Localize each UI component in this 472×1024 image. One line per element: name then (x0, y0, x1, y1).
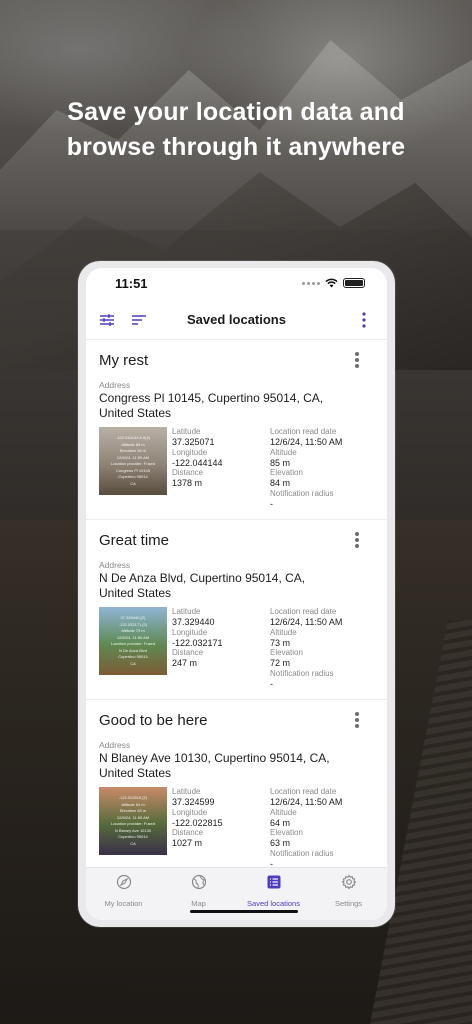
location-photo[interactable]: -122.044144,6.6(4) Altitude 85 m Elevation… (99, 427, 167, 495)
tab-label: Map (191, 899, 206, 908)
longitude-value: -122.022815 (172, 817, 223, 828)
altitude-value: 85 m (270, 457, 291, 468)
elevation-value: 72 m (270, 658, 291, 668)
page-title: Saved locations (187, 312, 286, 327)
longitude-label: Longitude (172, 627, 208, 637)
elevation-value: 63 m (270, 838, 291, 848)
longitude-label: Longitude (172, 447, 208, 457)
gear-icon (341, 874, 357, 895)
address-label: Address (99, 560, 131, 570)
promo-headline: Save your location data and browse throu… (0, 95, 472, 165)
wifi-icon (325, 278, 338, 288)
read-date-label: Location read date (270, 607, 337, 616)
address-label: Address (99, 740, 131, 750)
read-date-label: Location read date (270, 787, 337, 796)
tab-label: Saved locations (247, 899, 300, 908)
latitude-label: Latitude (172, 427, 201, 436)
distance-label: Distance (172, 468, 204, 477)
read-date-label: Location read date (270, 427, 337, 436)
distance-value: 1027 m (172, 838, 203, 848)
signal-icon (302, 281, 320, 285)
headline-line-1: Save your location data and (67, 98, 405, 126)
latitude-label: Latitude (172, 607, 201, 616)
longitude-value: -122.044144 (172, 457, 223, 468)
address-value: N Blaney Ave 10130, Cupertino 95014, CA,… (99, 751, 330, 780)
tab-my-location[interactable]: My location (86, 874, 161, 908)
location-photo[interactable]: 37.329440,(2) -122.032171,(2) Altitude 73 … (99, 607, 167, 675)
address-label: Address (99, 380, 131, 390)
globe-icon (191, 874, 207, 895)
read-date-value: 12/6/24, 11:50 AM (270, 797, 343, 807)
notification-radius-label: Notification radius (270, 668, 334, 678)
distance-label: Distance (172, 648, 204, 657)
read-date-value: 12/6/24, 11:50 AM (270, 437, 343, 447)
location-name: Good to be here (99, 712, 208, 729)
notification-radius-value: - (270, 858, 273, 868)
elevation-label: Elevation (270, 828, 303, 837)
card-more-icon[interactable] (351, 530, 363, 550)
address-value: Congress Pl 10145, Cupertino 95014, CA, … (99, 391, 324, 420)
altitude-label: Altitude (270, 807, 297, 817)
altitude-value: 73 m (270, 637, 291, 648)
tab-saved-locations[interactable]: Saved locations (236, 874, 311, 908)
thumb-caption-line: CA (130, 660, 136, 666)
longitude-label: Longitude (172, 807, 208, 817)
elevation-label: Elevation (270, 648, 303, 657)
latitude-label: Latitude (172, 787, 201, 796)
saved-locations-list[interactable]: My rest Address Congress Pl 10145, Cuper… (86, 340, 387, 867)
elevation-value: 84 m (270, 478, 291, 488)
card-more-icon[interactable] (351, 710, 363, 730)
status-time: 11:51 (115, 276, 148, 291)
battery-icon (343, 278, 365, 288)
home-indicator (190, 910, 298, 913)
headline-line-2: browse through it anywhere (66, 133, 406, 161)
tab-map[interactable]: Map (161, 874, 236, 908)
location-card[interactable]: Good to be here Address N Blaney Ave 101… (86, 700, 387, 867)
notification-radius-value: - (270, 498, 273, 509)
longitude-value: -122.032171 (172, 637, 223, 648)
list-icon (266, 874, 282, 895)
card-more-icon[interactable] (351, 350, 363, 370)
altitude-label: Altitude (270, 447, 297, 457)
tab-label: My location (104, 899, 143, 908)
location-card[interactable]: Great time Address N De Anza Blvd, Cuper… (86, 520, 387, 700)
app-bar: Saved locations (86, 300, 387, 340)
location-name: My rest (99, 352, 149, 369)
notification-radius-label: Notification radius (270, 848, 334, 858)
distance-label: Distance (172, 828, 204, 837)
tab-label: Settings (334, 899, 363, 908)
distance-value: 247 m (172, 658, 198, 668)
distance-value: 1378 m (172, 478, 203, 488)
notification-radius-value: - (270, 678, 273, 689)
thumb-caption-line: CA (130, 840, 136, 846)
location-card[interactable]: My rest Address Congress Pl 10145, Cuper… (86, 340, 387, 520)
phone-frame: 11:51 Saved locations My rest Address Co… (78, 261, 395, 927)
elevation-label: Elevation (270, 468, 303, 477)
notification-radius-label: Notification radius (270, 488, 334, 498)
altitude-label: Altitude (270, 627, 297, 637)
address-value: N De Anza Blvd, Cupertino 95014, CA, Uni… (99, 571, 306, 600)
latitude-value: 37.329440 (172, 617, 215, 627)
latitude-value: 37.325071 (172, 437, 215, 447)
phone-screen: 11:51 Saved locations My rest Address Co… (86, 268, 387, 920)
thumb-caption-line: CA (130, 480, 136, 486)
status-bar: 11:51 (86, 268, 387, 300)
location-photo[interactable]: -122.022815,(2) Altitude 64 m Elevation 63… (99, 787, 167, 855)
overflow-menu-icon[interactable] (353, 309, 375, 331)
read-date-value: 12/6/24, 11:50 AM (270, 617, 343, 627)
location-name: Great time (99, 532, 170, 549)
compass-icon (116, 874, 132, 895)
altitude-value: 64 m (270, 817, 291, 828)
tab-settings[interactable]: Settings (311, 874, 386, 908)
latitude-value: 37.324599 (172, 797, 215, 807)
